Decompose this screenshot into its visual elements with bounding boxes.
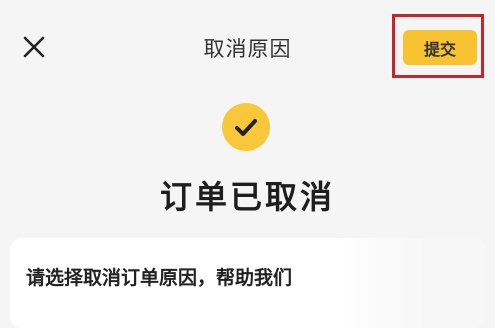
status-title: 订单已取消 bbox=[159, 178, 335, 216]
text-fade-overlay bbox=[340, 238, 485, 328]
top-bar: 取消原因 提交 bbox=[0, 0, 495, 95]
reason-prompt: 请选择取消订单原因，帮助我们 bbox=[26, 267, 293, 289]
submit-button[interactable]: 提交 bbox=[403, 30, 477, 65]
reason-card: 请选择取消订单原因，帮助我们 bbox=[10, 238, 485, 328]
checkmark-icon bbox=[222, 103, 270, 151]
cancel-reason-screen: 取消原因 提交 订单已取消 请选择取消订单原因，帮助我们 bbox=[0, 0, 495, 328]
